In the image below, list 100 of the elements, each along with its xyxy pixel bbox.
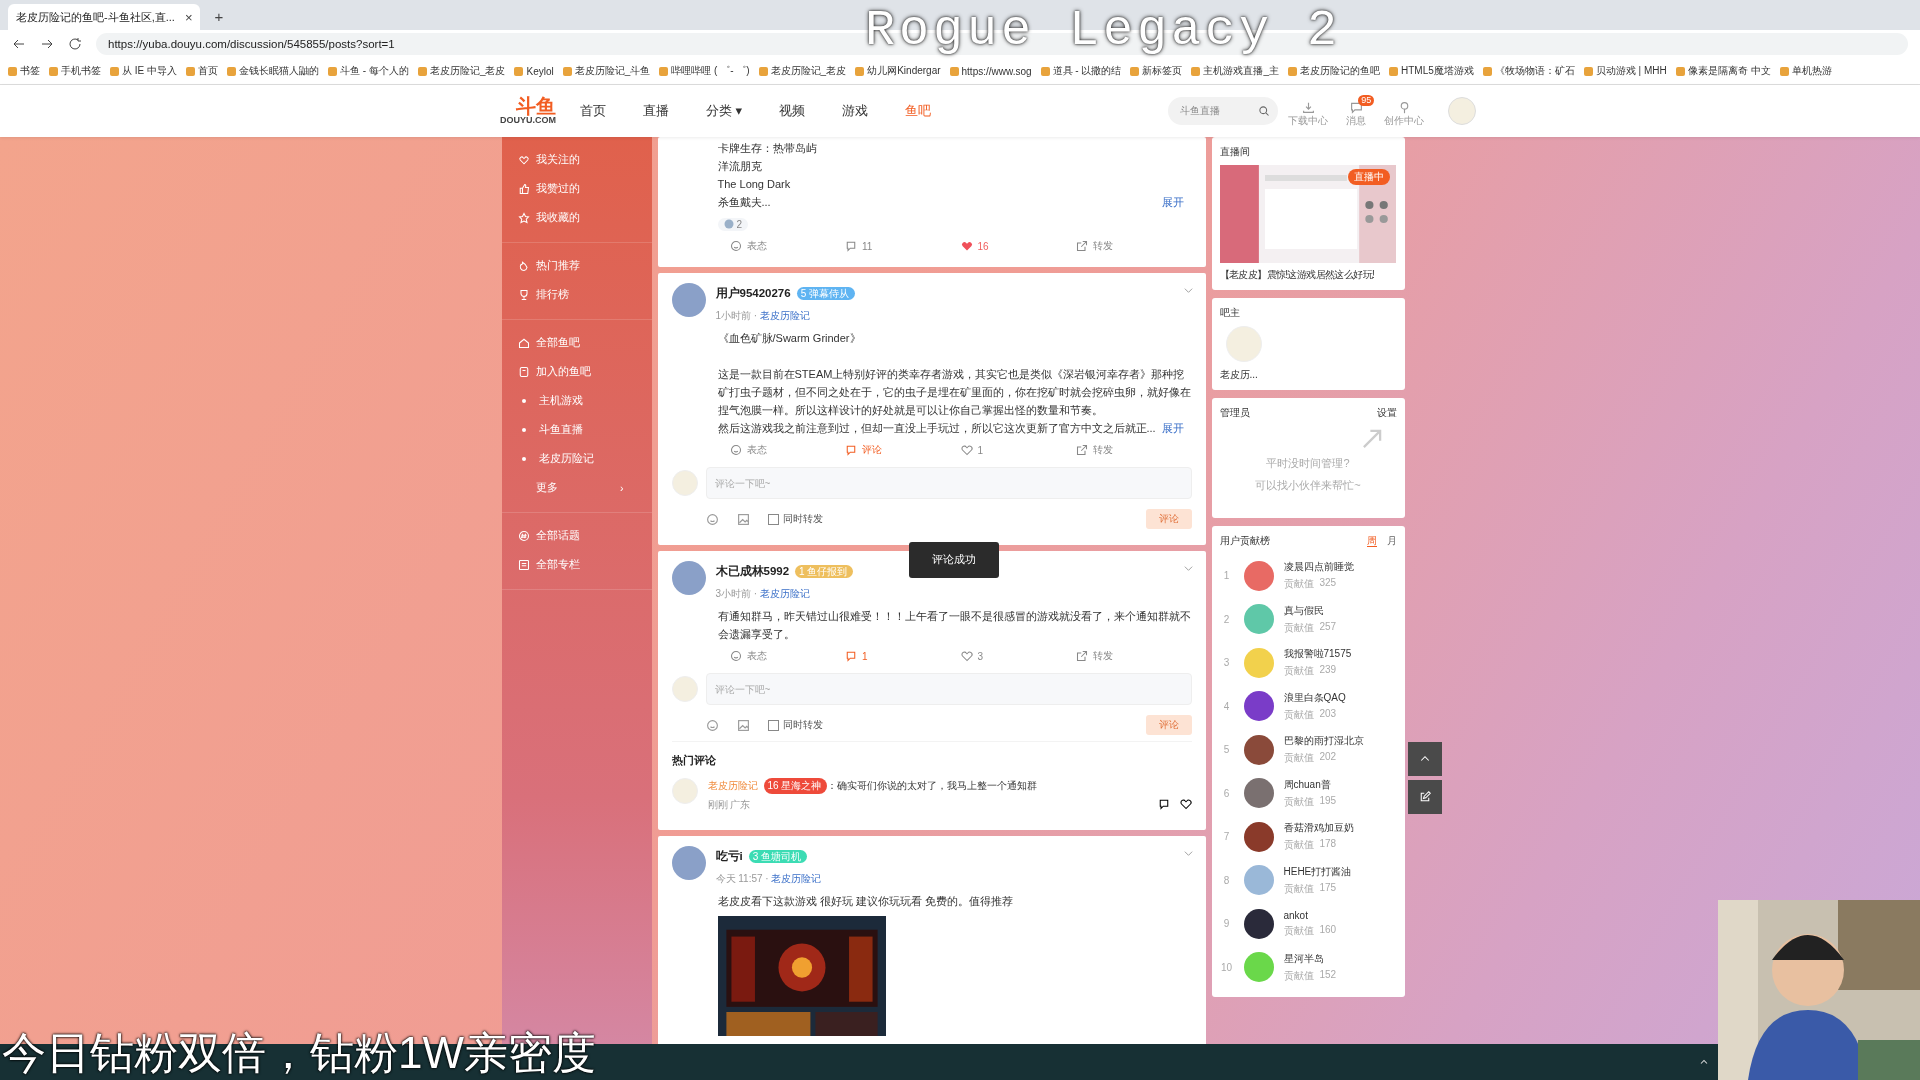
- comment-icon: [845, 444, 857, 456]
- bookmark[interactable]: 主机游戏直播_主: [1191, 64, 1279, 78]
- emoji-icon[interactable]: [705, 512, 719, 526]
- user-avatar[interactable]: [1243, 734, 1274, 765]
- bookmark[interactable]: https://www.sog: [949, 65, 1032, 77]
- user-name[interactable]: 真与假民: [1283, 603, 1337, 618]
- nav-link[interactable]: 分类 ▾: [706, 102, 743, 120]
- card-title: 管理员: [1219, 406, 1250, 420]
- share-action[interactable]: 转发: [1076, 239, 1192, 253]
- bookmark[interactable]: 首页: [186, 64, 218, 78]
- bar-link[interactable]: 老皮历险记: [771, 873, 822, 884]
- user-name[interactable]: 周chuan普: [1283, 777, 1337, 792]
- back-icon[interactable]: [12, 37, 26, 51]
- post-text: 杀鱼戴夫...: [717, 195, 771, 210]
- sidebar-item[interactable]: 我赞过的: [501, 174, 652, 203]
- bookmark[interactable]: 老皮历险记_老皮: [417, 64, 506, 78]
- bookmark[interactable]: 单机热游: [1779, 64, 1832, 78]
- bookmark[interactable]: 贝动游戏 | MHH: [1583, 64, 1667, 78]
- emoji-icon[interactable]: [705, 718, 719, 732]
- rank-number: 7: [1222, 831, 1231, 843]
- bookmark[interactable]: 《牧场物语：矿石: [1482, 64, 1575, 78]
- repost-checkbox[interactable]: 同时转发: [767, 718, 823, 732]
- bookmark[interactable]: 幼儿网Kindergar: [855, 64, 941, 78]
- bookmark[interactable]: 金钱长眠猫人鼬的: [227, 64, 319, 78]
- nav-link[interactable]: 视频: [779, 102, 806, 120]
- user-avatar[interactable]: [1243, 908, 1274, 939]
- user-name[interactable]: HEHE打打酱油: [1283, 864, 1352, 879]
- bookmark[interactable]: Keylol: [514, 65, 554, 77]
- edit-button[interactable]: [1408, 780, 1442, 814]
- share-action[interactable]: 转发: [1076, 649, 1192, 663]
- stream-caption[interactable]: 【老皮皮】震惊!这游戏居然这么好玩!: [1219, 263, 1397, 282]
- score-value: 257: [1319, 620, 1337, 634]
- bookmark[interactable]: 老皮历险记的鱼吧: [1288, 64, 1380, 78]
- image-icon[interactable]: [736, 512, 750, 526]
- bookmark[interactable]: 从 IE 中导入: [110, 64, 177, 78]
- user-name[interactable]: 凌晨四点前睡觉: [1283, 560, 1354, 575]
- bookmark[interactable]: 斗鱼 - 每个人的: [328, 64, 409, 78]
- flame-icon: [517, 259, 530, 272]
- react-action[interactable]: 表态: [729, 649, 845, 663]
- user-avatar[interactable]: [1243, 691, 1274, 722]
- browser-tab[interactable]: 老皮历险记的鱼吧-斗鱼社区,直... ×: [8, 4, 201, 30]
- user-name[interactable]: 用户95420276: [715, 287, 791, 299]
- user-name[interactable]: 吃亏i: [715, 850, 743, 862]
- bookmark[interactable]: 手机书签: [49, 64, 101, 78]
- bookmark[interactable]: 书签: [8, 64, 40, 78]
- nav-link[interactable]: 直播: [643, 102, 669, 120]
- sidebar-item[interactable]: 我关注的: [501, 145, 652, 174]
- score-value: 160: [1319, 923, 1337, 937]
- react-action[interactable]: 表态: [729, 443, 845, 457]
- user-name[interactable]: ankot: [1283, 909, 1337, 921]
- like-action[interactable]: 3: [960, 649, 1076, 663]
- score-label: 贡献值: [1283, 968, 1314, 983]
- site-logo[interactable]: 斗鱼 DOUYU.COM: [500, 97, 556, 125]
- bookmark[interactable]: 新标签页: [1130, 64, 1183, 78]
- score-value: 178: [1319, 838, 1337, 852]
- user-name[interactable]: 星河半岛: [1283, 951, 1337, 966]
- bookmark[interactable]: 道具 - 以撒的结: [1040, 64, 1122, 78]
- reload-icon[interactable]: [68, 37, 82, 51]
- post-time: 1小时前 ·: [715, 310, 759, 321]
- chat-icon: [1349, 100, 1363, 114]
- bookmark[interactable]: 老皮历险记_老皮: [758, 64, 847, 78]
- user-name[interactable]: 浪里白条QAQ: [1283, 690, 1346, 705]
- bookmark[interactable]: HTML5魔塔游戏: [1389, 64, 1474, 78]
- search-icon: [1258, 105, 1271, 117]
- nav-link[interactable]: 首页: [580, 102, 606, 120]
- nav-link[interactable]: 游戏: [842, 102, 869, 120]
- like-action[interactable]: 1: [960, 443, 1076, 457]
- user-avatar: [671, 561, 706, 595]
- image-icon[interactable]: [736, 718, 750, 732]
- smiley-icon: [729, 650, 742, 662]
- settings-link[interactable]: 设置: [1376, 406, 1397, 420]
- comment-action[interactable]: 11: [845, 239, 961, 253]
- dot-icon: [521, 398, 526, 403]
- period-tab[interactable]: 月: [1386, 535, 1397, 546]
- share-action[interactable]: 转发: [1076, 443, 1192, 457]
- bookmark[interactable]: 哔哩哔哩 ( ゜- ゜): [659, 64, 750, 78]
- bookmark[interactable]: 像素是隔离奇 中文: [1675, 64, 1771, 78]
- bookmark[interactable]: 老皮历险记_斗鱼: [562, 64, 651, 78]
- user-name[interactable]: 巴黎的雨打湿北京: [1283, 734, 1364, 749]
- user-name[interactable]: 木已成林5992: [715, 565, 790, 577]
- expand-link[interactable]: 展开: [1161, 193, 1184, 211]
- forward-icon[interactable]: [40, 37, 54, 51]
- level-badge: 16 星海之神: [763, 778, 828, 794]
- score-value: 152: [1319, 968, 1337, 982]
- new-tab-button[interactable]: +: [206, 8, 232, 30]
- bar-link[interactable]: 老皮历险记: [759, 588, 810, 599]
- chevron-down-icon[interactable]: [1182, 285, 1194, 296]
- chevron-down-icon[interactable]: [1182, 563, 1194, 574]
- user-avatar[interactable]: [1243, 821, 1274, 852]
- bar-link[interactable]: 老皮历险记: [759, 310, 810, 321]
- comment-text: ：确实哥们你说的太对了，我马上整一个通知群: [827, 779, 1038, 793]
- react-action[interactable]: 表态: [729, 239, 845, 253]
- expand-link[interactable]: 展开: [1161, 419, 1184, 437]
- post-time: 3小时前 ·: [715, 588, 759, 599]
- rank-number: 6: [1222, 787, 1231, 799]
- my-avatar: [671, 676, 698, 702]
- repost-checkbox[interactable]: 同时转发: [767, 512, 823, 526]
- user-name[interactable]: 我报警啦71575: [1283, 647, 1352, 662]
- chevron-down-icon[interactable]: [1182, 848, 1194, 859]
- user-name[interactable]: 香菇滑鸡加豆奶: [1283, 821, 1354, 836]
